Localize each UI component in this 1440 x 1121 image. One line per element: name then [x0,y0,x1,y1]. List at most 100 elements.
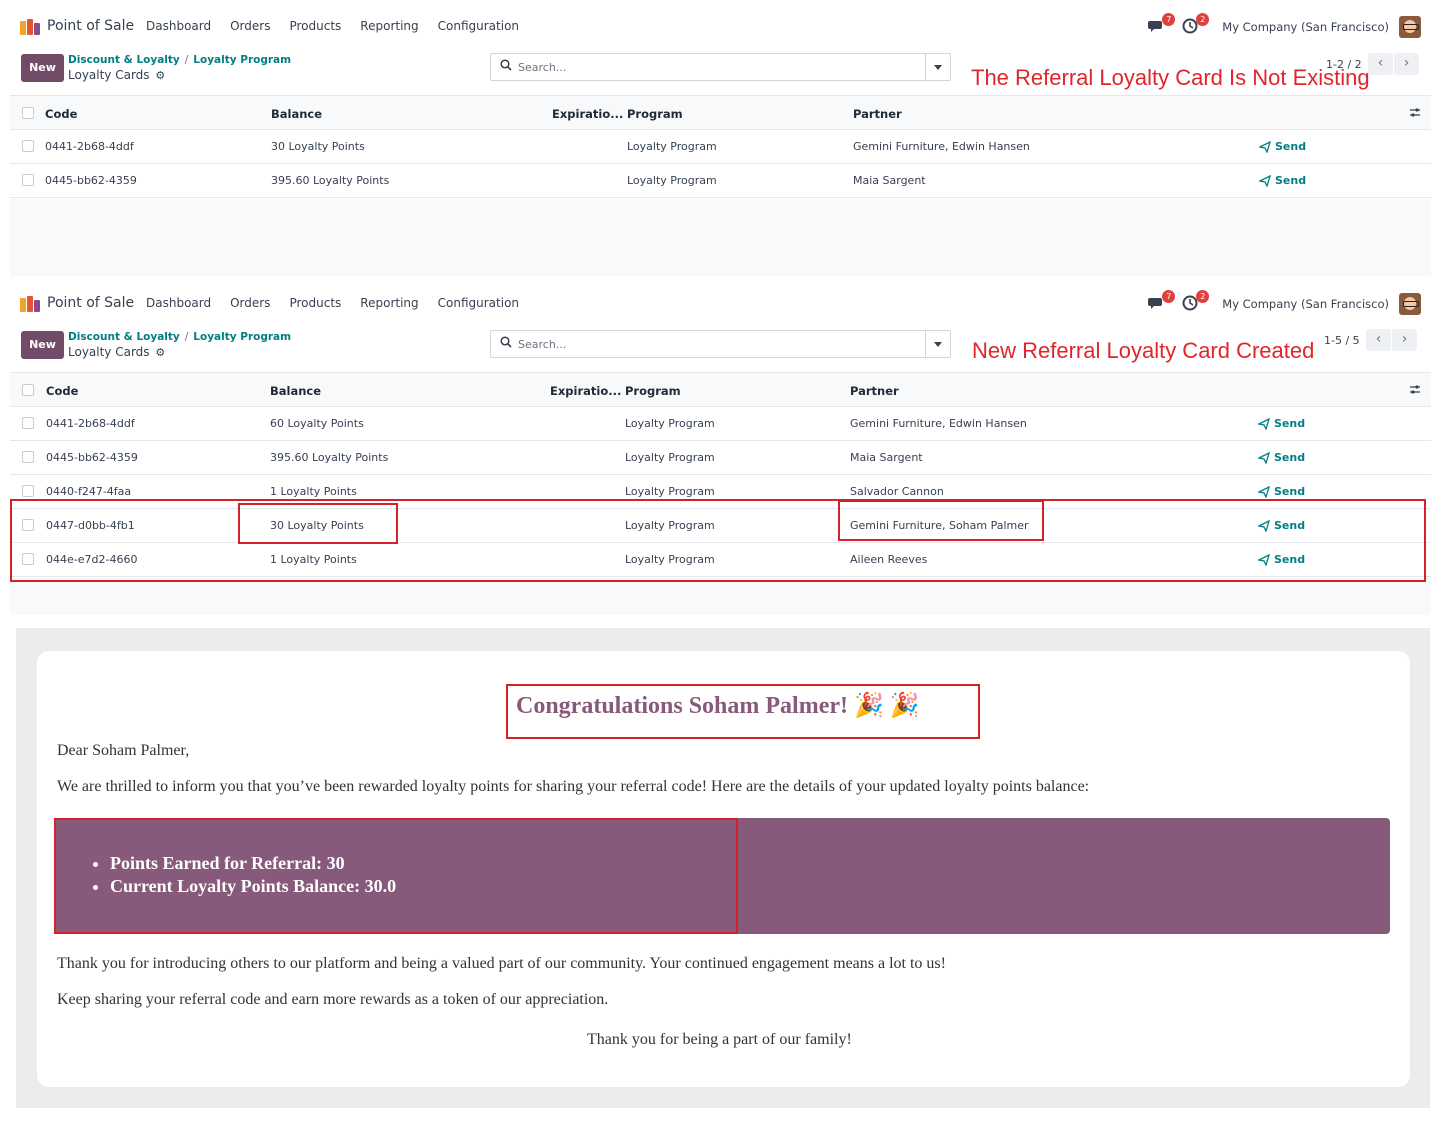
cell-program: Loyalty Program [625,417,715,430]
messages-badge: 7 [1162,13,1176,26]
table-row[interactable]: 0441-2b68-4ddf 60 Loyalty Points Loyalty… [10,407,1431,441]
col-expiration[interactable]: Expiratio... [550,384,621,398]
messages-icon[interactable]: 7 [1148,13,1176,36]
row-checkbox[interactable] [22,417,34,429]
cell-balance: 30 Loyalty Points [270,519,364,532]
send-button[interactable]: Send [1274,417,1305,430]
menu-reporting[interactable]: Reporting [360,19,418,33]
select-all-checkbox[interactable] [22,107,34,119]
gear-icon[interactable]: ⚙ [155,69,165,82]
company-switcher[interactable]: My Company (San Francisco) [1222,20,1389,34]
search-icon [500,336,512,348]
new-button[interactable]: New [21,331,64,359]
messages-icon[interactable]: 7 [1148,290,1176,313]
menu-configuration[interactable]: Configuration [438,19,519,33]
search-options-toggle[interactable] [925,54,950,80]
menu-dashboard[interactable]: Dashboard [146,19,211,33]
pos-app-icon[interactable] [20,19,40,35]
menu-products[interactable]: Products [289,19,341,33]
search-icon [500,59,512,71]
row-checkbox[interactable] [22,553,34,565]
send-icon [1259,175,1271,187]
send-button[interactable]: Send [1274,485,1305,498]
select-all-checkbox[interactable] [22,384,34,396]
col-expiration[interactable]: Expiratio... [552,107,623,121]
col-balance[interactable]: Balance [271,107,322,121]
pager-next-chevron-right-icon[interactable]: › [1392,329,1417,351]
app-name[interactable]: Point of Sale [47,18,134,34]
table-row[interactable]: 0447-d0bb-4fb1 30 Loyalty Points Loyalty… [10,509,1431,543]
send-button[interactable]: Send [1274,519,1305,532]
table-row[interactable]: 0445-bb62-4359 395.60 Loyalty Points Loy… [10,441,1431,475]
col-partner[interactable]: Partner [850,384,899,398]
loyalty-cards-table: Code Balance Expiratio... Program Partne… [10,95,1431,198]
app-name[interactable]: Point of Sale [47,295,134,311]
cell-balance: 1 Loyalty Points [270,553,357,566]
page-title-text: Loyalty Cards [68,68,150,82]
email-greeting: Dear Soham Palmer, [57,742,190,759]
email-card: Congratulations Soham Palmer! 🎉 🎉 Dear S… [37,651,1410,1087]
annotation-not-existing: The Referral Loyalty Card Is Not Existin… [971,65,1370,90]
row-checkbox[interactable] [22,451,34,463]
table-row[interactable]: 0440-f247-4faa 1 Loyalty Points Loyalty … [10,475,1431,509]
breadcrumb-loyalty-program[interactable]: Loyalty Program [193,331,291,343]
table-row[interactable]: 0441-2b68-4ddf 30 Loyalty Points Loyalty… [10,130,1431,164]
pager-prev-chevron-left-icon[interactable]: ‹ [1366,329,1391,351]
breadcrumb-loyalty-program[interactable]: Loyalty Program [193,54,291,66]
search-input[interactable]: Search... [518,338,566,351]
activities-clock-icon[interactable]: 2 [1182,290,1210,313]
pager-value[interactable]: 1-5 / 5 [1324,334,1360,347]
activities-clock-icon[interactable]: 2 [1182,13,1210,36]
loyalty-cards-before-panel: Point of Sale Dashboard Orders Products … [10,10,1431,276]
col-balance[interactable]: Balance [270,384,321,398]
gear-icon[interactable]: ⚙ [155,346,165,359]
breadcrumb-discount-loyalty[interactable]: Discount & Loyalty [68,54,180,66]
search-options-toggle[interactable] [925,331,950,357]
cell-code: 0440-f247-4faa [46,485,132,498]
menu-orders[interactable]: Orders [230,19,270,33]
pager-value[interactable]: 1-2 / 2 [1326,58,1362,71]
menu-dashboard[interactable]: Dashboard [146,296,211,310]
search-bar[interactable]: Search... [490,53,951,81]
col-partner[interactable]: Partner [853,107,902,121]
cell-balance: 60 Loyalty Points [270,417,364,430]
row-checkbox[interactable] [22,519,34,531]
send-button[interactable]: Send [1274,451,1305,464]
user-avatar[interactable] [1399,16,1421,38]
row-checkbox[interactable] [22,485,34,497]
col-code[interactable]: Code [46,384,78,398]
col-code[interactable]: Code [45,107,77,121]
list-empty-area [10,199,1431,276]
table-row[interactable]: 0445-bb62-4359 395.60 Loyalty Points Loy… [10,164,1431,198]
pos-app-icon[interactable] [20,296,40,312]
menu-products[interactable]: Products [289,296,341,310]
table-row[interactable]: 044e-e7d2-4660 1 Loyalty Points Loyalty … [10,543,1431,577]
cell-program: Loyalty Program [625,485,715,498]
menu-orders[interactable]: Orders [230,296,270,310]
menu-reporting[interactable]: Reporting [360,296,418,310]
menu-configuration[interactable]: Configuration [438,296,519,310]
breadcrumb-discount-loyalty[interactable]: Discount & Loyalty [68,331,180,343]
pager-next-chevron-right-icon[interactable]: › [1394,53,1419,75]
row-checkbox[interactable] [22,174,34,186]
search-input[interactable]: Search... [518,61,566,74]
user-avatar[interactable] [1399,293,1421,315]
cell-code: 0441-2b68-4ddf [45,140,134,153]
pager-prev-chevron-left-icon[interactable]: ‹ [1368,53,1393,75]
send-button[interactable]: Send [1275,174,1306,187]
optional-columns-icon[interactable] [1409,384,1421,396]
send-icon [1258,418,1270,430]
page-title: Loyalty Cards ⚙ [68,68,165,82]
optional-columns-icon[interactable] [1409,107,1421,119]
new-button[interactable]: New [21,54,64,82]
search-bar[interactable]: Search... [490,330,951,358]
cell-program: Loyalty Program [625,451,715,464]
activities-badge: 2 [1196,290,1210,303]
send-button[interactable]: Send [1275,140,1306,153]
points-earned: Points Earned for Referral: 30 [110,853,396,874]
col-program[interactable]: Program [625,384,681,398]
col-program[interactable]: Program [627,107,683,121]
send-button[interactable]: Send [1274,553,1305,566]
row-checkbox[interactable] [22,140,34,152]
company-switcher[interactable]: My Company (San Francisco) [1222,297,1389,311]
